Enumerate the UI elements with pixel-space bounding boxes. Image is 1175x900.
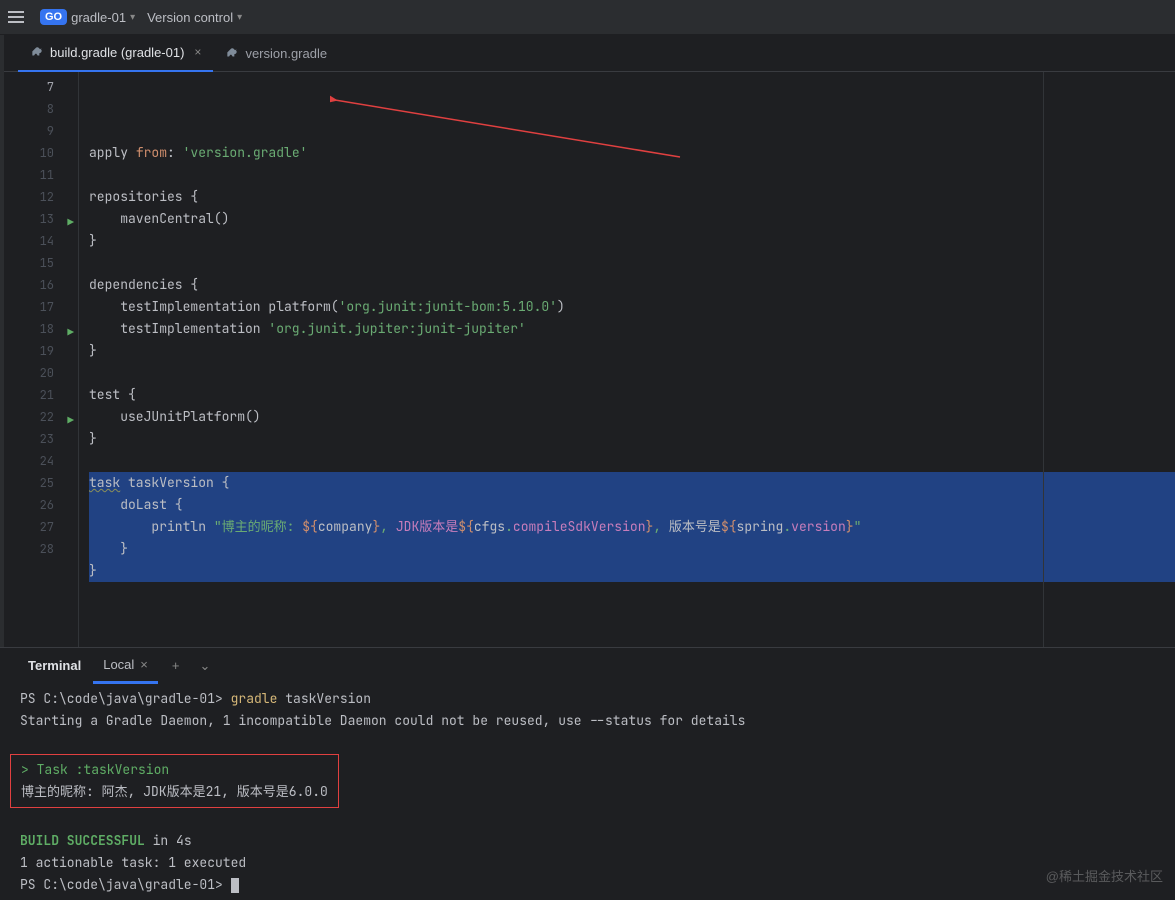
editor-area: build.gradle (gradle-01) × version.gradl… (4, 35, 1175, 647)
main-toolbar: GO gradle-01 ▾ Version control ▾ (0, 0, 1175, 35)
close-icon[interactable]: × (140, 657, 148, 672)
terminal-panel-label[interactable]: Terminal (24, 658, 85, 673)
terminal-output[interactable]: PS C:\code\java\gradle-01> gradle taskVe… (0, 684, 1175, 900)
close-icon[interactable]: × (194, 45, 201, 59)
chevron-down-icon: ▾ (130, 12, 135, 23)
main-area: build.gradle (gradle-01) × version.gradl… (0, 35, 1175, 647)
session-options-button[interactable]: ⌄ (193, 658, 216, 674)
terminal-session-tab[interactable]: Local × (93, 648, 158, 684)
session-label: Local (103, 657, 134, 672)
project-badge: GO (40, 9, 67, 25)
vcs-label: Version control (147, 10, 233, 25)
editor-body: 78910111213▶1415161718▶19202122▶23242526… (4, 72, 1175, 647)
gradle-icon (225, 46, 239, 60)
tab-label: build.gradle (gradle-01) (50, 45, 184, 60)
watermark: @稀土掘金技术社区 (1046, 866, 1163, 885)
tab-build-gradle[interactable]: build.gradle (gradle-01) × (18, 35, 213, 72)
terminal-panel: Terminal Local × + ⌄ PS C:\code\java\gra… (0, 647, 1175, 897)
right-margin-guide (1043, 72, 1175, 647)
gradle-icon (30, 45, 44, 59)
line-gutter[interactable]: 78910111213▶1415161718▶19202122▶23242526… (4, 72, 78, 647)
project-selector[interactable]: GO gradle-01 ▾ (40, 9, 135, 25)
code-editor[interactable]: apply from: 'version.gradle'repositories… (78, 72, 1175, 647)
terminal-tabs: Terminal Local × + ⌄ (0, 648, 1175, 684)
new-session-button[interactable]: + (166, 658, 186, 673)
tab-version-gradle[interactable]: version.gradle (213, 35, 339, 72)
hamburger-icon[interactable] (8, 7, 28, 27)
project-name: gradle-01 (71, 10, 126, 25)
editor-tabs: build.gradle (gradle-01) × version.gradl… (4, 35, 1175, 72)
chevron-down-icon: ▾ (237, 12, 242, 23)
tab-label: version.gradle (245, 46, 327, 61)
vcs-selector[interactable]: Version control ▾ (147, 10, 242, 25)
